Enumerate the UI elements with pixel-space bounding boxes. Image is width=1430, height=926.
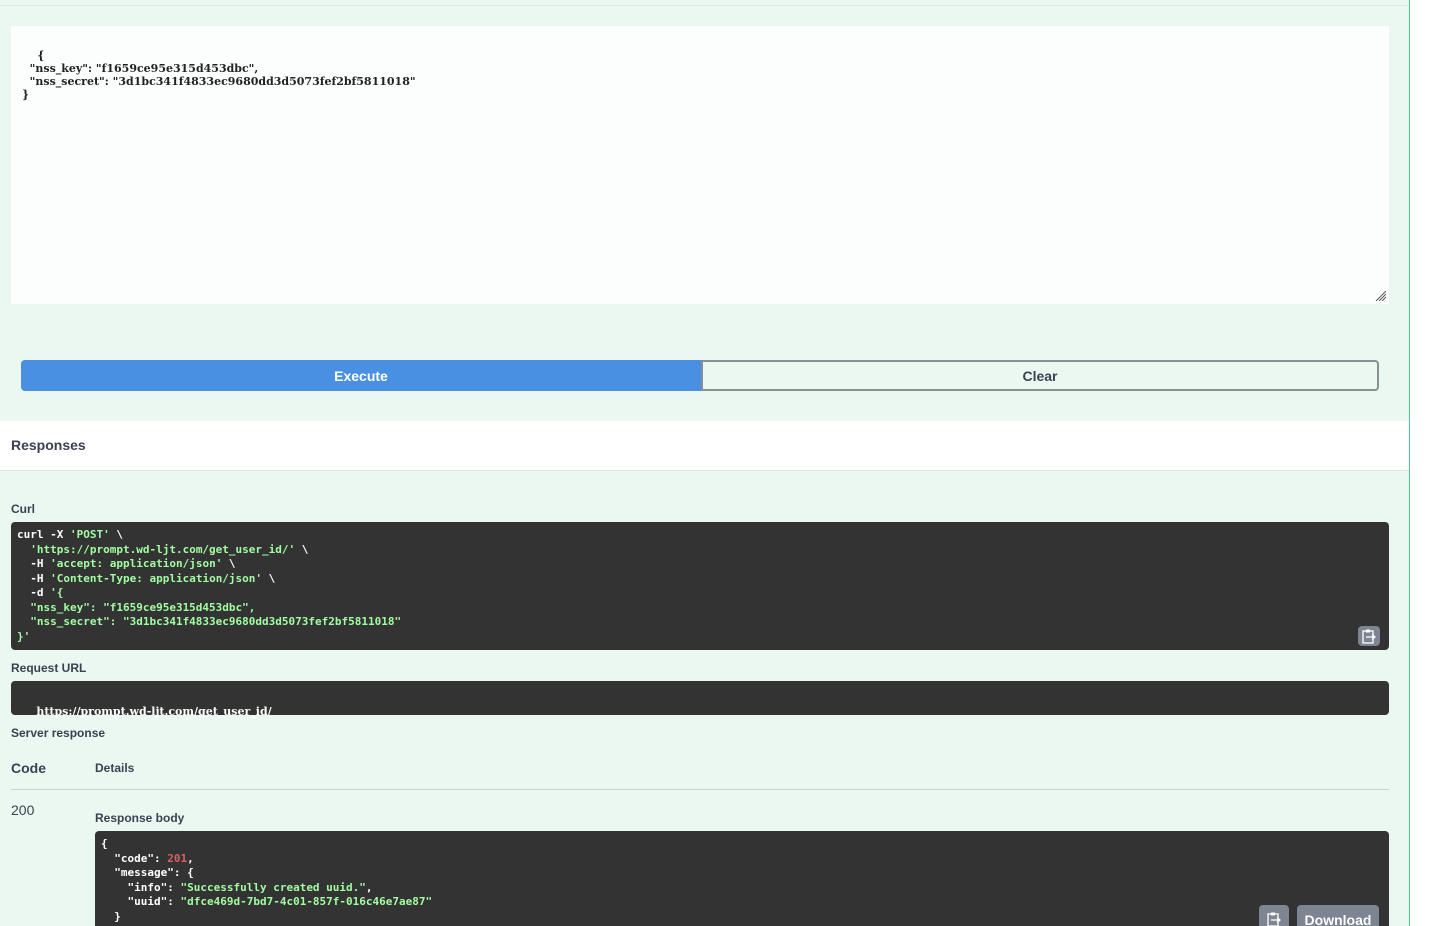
resize-handle-icon[interactable]: [1374, 289, 1386, 301]
curl-line: -d '{: [17, 586, 64, 599]
request-url-label: Request URL: [11, 661, 87, 675]
operation-panel: { "nss_key": "f1659ce95e315d453dbc", "ns…: [0, 0, 1410, 926]
request-url-block: https://prompt.wd-ljt.com/get_user_id/: [11, 681, 1389, 718]
execute-button[interactable]: Execute: [21, 360, 701, 391]
curl-block: curl -X 'POST' \ 'https://prompt.wd-ljt.…: [11, 522, 1389, 650]
curl-line: "nss_secret": "3d1bc341f4833ec9680dd3d50…: [17, 615, 402, 628]
clipboard-icon: [1362, 629, 1376, 644]
curl-line: }': [17, 629, 31, 643]
response-body-block: { "code": 201, "message": { "info": "Suc…: [95, 831, 1389, 926]
curl-line: -H 'Content-Type: application/json' \: [17, 571, 276, 585]
response-info-value: "Successfully created uuid.": [180, 880, 366, 894]
curl-label: Curl: [11, 502, 35, 516]
download-button[interactable]: Download: [1297, 905, 1379, 926]
responses-header: Responses: [0, 421, 1409, 471]
clipboard-icon: [1267, 912, 1281, 926]
response-code-value: 201: [167, 851, 188, 865]
request-url-text: https://prompt.wd-ljt.com/get_user_id/: [36, 704, 272, 718]
copy-response-button[interactable]: [1259, 905, 1289, 926]
curl-line: -H 'accept: application/json' \: [17, 557, 236, 570]
details-column-header: Details: [95, 761, 135, 775]
curl-line: curl -X 'POST' \: [17, 528, 123, 541]
response-uuid-value: "dfce469d-7bd7-4c01-857f-016c46e7ae87": [180, 895, 433, 908]
code-column-header: Code: [11, 760, 46, 776]
curl-line: "nss_key": "f1659ce95e315d453dbc",: [17, 600, 256, 614]
status-code: 200: [11, 802, 35, 818]
curl-line: 'https://prompt.wd-ljt.com/get_user_id/'…: [30, 542, 309, 556]
request-body-textarea[interactable]: { "nss_key": "f1659ce95e315d453dbc", "ns…: [11, 26, 1389, 304]
clear-button[interactable]: Clear: [701, 360, 1379, 391]
server-response-label: Server response: [11, 726, 106, 740]
responses-title: Responses: [11, 437, 86, 453]
table-divider: [11, 789, 1389, 790]
copy-curl-button[interactable]: [1358, 626, 1380, 646]
response-body-label: Response body: [95, 811, 185, 825]
execute-wrapper: Execute Clear: [21, 360, 1379, 391]
request-body-text: { "nss_key": "f1659ce95e315d453dbc", "ns…: [22, 49, 416, 101]
top-divider: [0, 5, 1409, 6]
